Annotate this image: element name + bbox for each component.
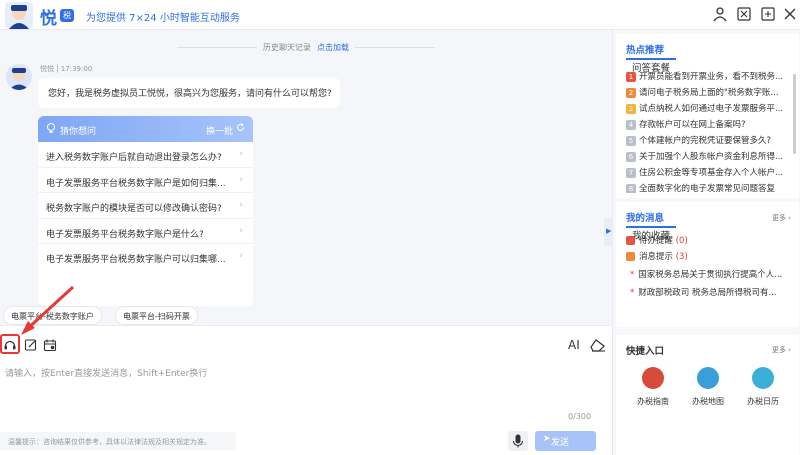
- tab-my-messages[interactable]: 我的消息: [626, 213, 676, 228]
- brand-avatar: [5, 2, 33, 29]
- todo-reminder[interactable]: 待办提醒 (0): [626, 234, 688, 246]
- hot-item[interactable]: 6 关于加强个人股东帐户资金利息所得...: [626, 150, 792, 162]
- guess-card: 猜你想问 换一批 进入税务数字账户后就自动退出登录怎么办? › 电子发票服务平台税…: [38, 116, 253, 306]
- guide-icon: [642, 367, 664, 389]
- more-messages-link[interactable]: 更多 ›: [772, 213, 791, 223]
- more-quick-link[interactable]: 更多 ›: [772, 345, 791, 355]
- fullscreen-icon[interactable]: [736, 6, 752, 22]
- history-label: 历史聊天记录: [263, 43, 311, 52]
- user-icon[interactable]: [712, 6, 728, 22]
- chevron-right-icon: ›: [239, 149, 243, 159]
- guess-question[interactable]: 进入税务数字账户后就自动退出登录怎么办? ›: [38, 142, 253, 168]
- hot-item[interactable]: 2 请问电子税务局上面的"税务数字账...: [626, 86, 792, 98]
- history-bar: 历史聊天记录 点击加载: [0, 42, 612, 53]
- guess-question[interactable]: 电子发票服务平台税务数字账户是什么? ›: [38, 219, 253, 244]
- message-input[interactable]: 请输入，按Enter直接发送消息，Shift+Enter换行: [5, 366, 207, 379]
- guess-question[interactable]: 电子发票服务平台税务数字账户可以归集哪... ›: [38, 244, 253, 270]
- chevron-right-icon: ›: [239, 174, 243, 185]
- hot-panel: 热点推荐问答套餐 1 开票员能看到开票业务，看不到税务... 2 请问电子税务局上面…: [616, 34, 799, 198]
- refresh-icon[interactable]: [236, 123, 245, 132]
- guess-header: 猜你想问 换一批: [38, 116, 253, 142]
- tab-hot-recommend[interactable]: 热点推荐: [626, 45, 676, 60]
- hot-item[interactable]: 3 试点纳税人如何通过电子发票服务平...: [626, 102, 792, 114]
- swap-batch-button[interactable]: 换一批: [206, 124, 233, 137]
- message-icon: [626, 252, 635, 261]
- hot-item[interactable]: 8 全面数字化的电子发票常见问题答复: [626, 182, 792, 193]
- quick-entry-title: 快捷入口: [626, 346, 665, 357]
- message-panel: 我的消息我的收藏 更多 › 待办提醒 (0) 消息提示 (3) * 国家税务总局关…: [616, 202, 799, 327]
- guess-title: 猜你想问: [60, 127, 97, 137]
- news-item[interactable]: * 财政部税政司 税务总局所得税司有...: [630, 286, 796, 298]
- news-item[interactable]: * 国家税务总局关于贯彻执行提高个人...: [630, 268, 796, 280]
- quick-entry-guide[interactable]: 办税指南: [628, 367, 678, 407]
- guess-question[interactable]: 税务数字账户的模块是否可以修改确认密码? ›: [38, 193, 253, 219]
- chevron-right-icon: ›: [239, 251, 243, 261]
- hot-item[interactable]: 1 开票员能看到开票业务，看不到税务...: [626, 70, 792, 82]
- calendar-icon: [752, 367, 774, 389]
- calendar-icon[interactable]: [43, 338, 57, 352]
- input-area: AI 请输入，按Enter直接发送消息，Shift+Enter换行 0/300 …: [0, 285, 612, 455]
- eraser-icon[interactable]: [590, 338, 606, 352]
- alarm-icon: [626, 236, 635, 245]
- scrollbar[interactable]: [793, 74, 796, 154]
- char-counter: 0/300: [568, 412, 592, 421]
- quick-chip-scan-invoice[interactable]: 电票平台-扫码开票: [115, 306, 198, 325]
- send-icon: ➤: [543, 434, 551, 444]
- close-icon[interactable]: [782, 6, 798, 22]
- top-bar: 悦 税 为您提供 7×24 小时智能互动服务: [0, 0, 800, 30]
- red-arrow-annotation: [21, 285, 75, 335]
- headset-icon[interactable]: [3, 338, 17, 352]
- guess-question[interactable]: 电子发票服务平台税务数字账户是如何归集... ›: [38, 168, 253, 193]
- chevron-right-icon: ›: [239, 200, 243, 210]
- disclaimer-text: 温馨提示：咨询结果仅供参考，具体以法律法规及相关规定为准。: [0, 432, 236, 450]
- brand-badge: 税: [60, 9, 74, 22]
- bot-avatar: [6, 64, 32, 90]
- compass-icon: [697, 367, 719, 389]
- quick-entry-calendar[interactable]: 办税日历: [738, 367, 788, 407]
- edit-icon[interactable]: [24, 338, 38, 352]
- hot-item[interactable]: 5 个体建帐户的完税凭证要保管多久?: [626, 134, 792, 146]
- greeting-bubble: 您好，我是税务虚拟员工悦悦，很高兴为您服务，请问有什么可以帮您?: [38, 78, 340, 108]
- hot-item[interactable]: 7 住房公积金等专项基金存入个人帐户...: [626, 166, 792, 178]
- quick-entry-map[interactable]: 办税地图: [683, 367, 733, 407]
- quick-entry-panel: 快捷入口 更多 › 办税指南 办税地图 办税日历: [616, 335, 799, 455]
- load-history-link[interactable]: 点击加载: [317, 43, 349, 52]
- microphone-icon[interactable]: [508, 431, 528, 451]
- ai-button[interactable]: AI: [568, 338, 580, 352]
- hot-item[interactable]: 4 存款帐户可以在网上备案吗?: [626, 118, 792, 130]
- bot-name-time: 悦悦 | 17:39:00: [40, 65, 93, 73]
- send-button[interactable]: ➤ 发送: [535, 431, 596, 451]
- notice-reminder[interactable]: 消息提示 (3): [626, 250, 688, 262]
- lightbulb-icon: [47, 123, 55, 133]
- right-sidebar: 热点推荐问答套餐 1 开票员能看到开票业务，看不到税务... 2 请问电子税务局上面…: [612, 30, 800, 455]
- brand-logo: 悦: [40, 9, 57, 29]
- chevron-right-icon: ›: [239, 225, 243, 236]
- exit-fullscreen-icon[interactable]: [760, 6, 776, 22]
- header-slogan: 为您提供 7×24 小时智能互动服务: [86, 13, 240, 24]
